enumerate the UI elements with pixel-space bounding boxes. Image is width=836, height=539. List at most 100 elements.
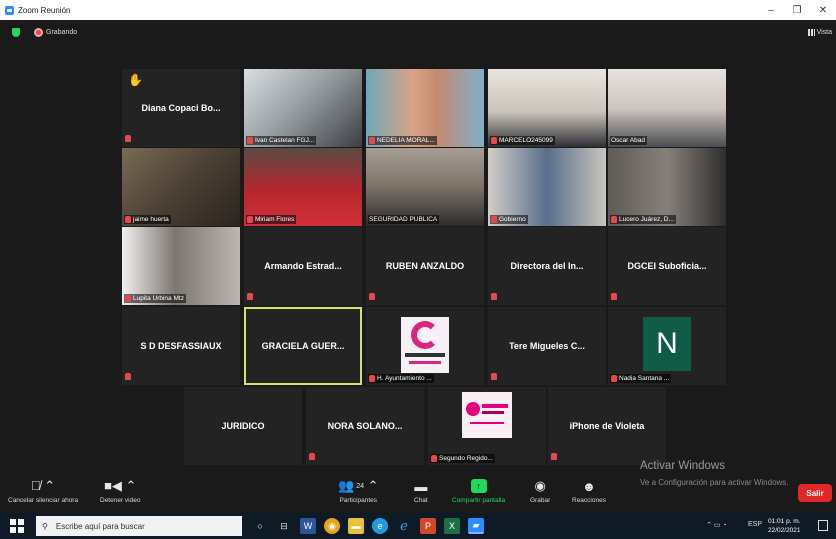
segunda-regiduria-logo-icon [462,392,512,438]
participant-tile-nora[interactable]: NORA SOLANO... [306,387,424,465]
zoom-logo-icon [5,5,14,15]
share-screen-icon: ↑ [470,479,487,493]
muted-mic-icon [125,216,131,223]
view-label: Vista [816,29,832,36]
muted-mic-icon [247,216,253,223]
internet-explorer-icon[interactable]: ℯ [396,518,412,534]
participant-tile-ivan[interactable]: Ivan Castelan FGJ... [244,69,362,147]
windows-start-icon[interactable] [10,519,24,533]
participant-tile-nedelia[interactable]: NEDELIA MORAL... [366,69,484,147]
edge-icon[interactable]: e [372,518,388,534]
participants-icon: 👥 24 ⌃ [338,478,379,493]
language-indicator[interactable]: ESP [748,521,762,528]
participant-name: Lucero Juárez, D... [619,216,674,223]
participant-label: Lucero Juárez, D... [610,215,676,224]
window-title: Zoom Reunión [18,5,71,15]
participant-label: NEDELIA MORAL... [368,136,437,145]
word-icon[interactable]: W [300,518,316,534]
participant-tile-tere[interactable]: Tere Migueles C... [488,307,606,385]
leave-meeting-button[interactable]: Salir [798,484,832,502]
meeting-controls: 🎙̸ ⌃ Cancelar silenciar ahora ■◀ ⌃ Deten… [0,471,836,513]
chrome-icon[interactable]: ◉ [324,518,340,534]
muted-mic-icon [431,455,437,462]
participant-tile-dgcei[interactable]: DGCEI Suboficia... [608,227,726,305]
participant-tile-segundo-regidor[interactable]: Segundo Regido... [428,387,546,465]
share-screen-button[interactable]: ↑ Compartir pantalla [452,475,505,504]
security-shield-icon[interactable] [12,28,20,37]
muted-mic-icon [369,137,375,144]
participant-tile-directora[interactable]: Directora del In... [488,227,606,305]
muted-mic-icon: 🎙̸ ⌃ [30,478,56,493]
participant-name: RUBEN ANZALDO [385,261,465,271]
participant-tile-lupita[interactable]: Lupita Urbina Mtz [122,227,240,305]
participant-tile-jaime[interactable]: jaime huerta [122,148,240,226]
muted-mic-icon [125,135,131,142]
muted-mic-icon [247,137,253,144]
muted-mic-icon [491,373,497,380]
minimize-button[interactable]: – [758,0,784,20]
ayuntamiento-logo-icon [401,317,449,373]
participants-button[interactable]: 👥 24 ⌃ Participantes [338,475,379,504]
participant-tile-graciela[interactable]: GRACIELA GUER... [244,307,362,385]
participant-name: Segundo Regido... [439,455,493,462]
excel-icon[interactable]: X [444,518,460,534]
participant-tile-marcelo[interactable]: MARCELO245099 [488,69,606,147]
grid-view-icon [807,29,815,36]
notifications-icon[interactable] [818,520,828,531]
tray-icons[interactable]: ⌃ ▭ ◔ [706,521,727,529]
participant-tile-desfassiaux[interactable]: S D DESFASSIAUX [122,307,240,385]
chat-bubble-icon: ▬ [414,478,428,494]
participant-tile-armando[interactable]: Armando Estrad... [244,227,362,305]
reactions-icon: ☻ [582,478,596,494]
participant-name: GRACIELA GUER... [261,341,345,351]
muted-mic-icon [611,216,617,223]
meeting-topbar [0,20,836,46]
participant-tile-seguridad[interactable]: SEGURIDAD PUBLICA [366,148,484,226]
stop-video-button[interactable]: ■◀ ⌃ Detener video [100,475,140,504]
mute-button[interactable]: 🎙̸ ⌃ Cancelar silenciar ahora [8,475,78,504]
participants-label: Participantes [339,497,378,504]
powerpoint-icon[interactable]: P [420,518,436,534]
participant-label: Segundo Regido... [430,454,495,463]
participant-name: Lupita Urbina Mtz [133,295,184,302]
muted-mic-icon [491,137,497,144]
muted-mic-icon [551,453,557,460]
muted-mic-icon [247,293,253,300]
chat-button[interactable]: ▬ Chat [414,475,428,505]
participant-tile-violeta[interactable]: iPhone de Violeta [548,387,666,465]
participant-label: MARCELO245099 [490,136,555,145]
restore-button[interactable]: ❐ [784,0,810,20]
participant-tile-ruben[interactable]: RUBEN ANZALDO [366,227,484,305]
muted-mic-icon [309,453,315,460]
participant-name: Nadia Santana ... [619,375,670,382]
record-label: Grabar [530,497,551,504]
search-placeholder: Escribe aquí para buscar [55,521,145,531]
participant-tile-lucero[interactable]: Lucero Juárez, D... [608,148,726,226]
participant-tile-diana[interactable]: ✋ Diana Copaci Bo... [122,69,240,147]
participant-tile-nadia[interactable]: N Nadia Santana ... [608,307,726,385]
view-button[interactable]: Vista [807,29,832,36]
windows-taskbar: ⚲ Escribe aquí para buscar ○ ⊟ W ◉ ▬ e ℯ… [0,513,836,539]
file-explorer-icon[interactable]: ▬ [348,518,364,534]
taskbar-search[interactable]: ⚲ Escribe aquí para buscar [36,516,242,536]
participant-name: Diana Copaci Bo... [141,103,221,113]
participant-tile-juridico[interactable]: JURIDICO [184,387,302,465]
muted-mic-icon [125,295,131,302]
participant-name: Directora del In... [510,261,584,271]
taskbar-clock[interactable]: 01:01 p. m. 22/02/2021 [768,517,801,535]
participants-count: 24 [356,482,364,490]
record-button[interactable]: ◉ Grabar [530,475,550,504]
zoom-taskbar-icon[interactable]: ▰ [468,518,484,534]
recording-label: Grabando [46,29,78,36]
task-view-icon[interactable]: ⊟ [276,518,292,534]
participant-tile-oscar[interactable]: Oscar Abad [608,69,726,147]
participant-tile-gobierno[interactable]: Gobierno [488,148,606,226]
reactions-button[interactable]: ☻ Reacciones [572,475,606,505]
participant-name: S D DESFASSIAUX [140,341,222,351]
participant-name: MARCELO245099 [499,137,553,144]
participant-tile-miriam[interactable]: Miriam Flores [244,148,362,226]
clock-time: 01:01 p. m. [768,518,801,525]
close-button[interactable]: ✕ [810,0,836,20]
cortana-icon[interactable]: ○ [252,518,268,534]
participant-tile-ayuntamiento[interactable]: H. Ayuntamiento ... [366,307,484,385]
